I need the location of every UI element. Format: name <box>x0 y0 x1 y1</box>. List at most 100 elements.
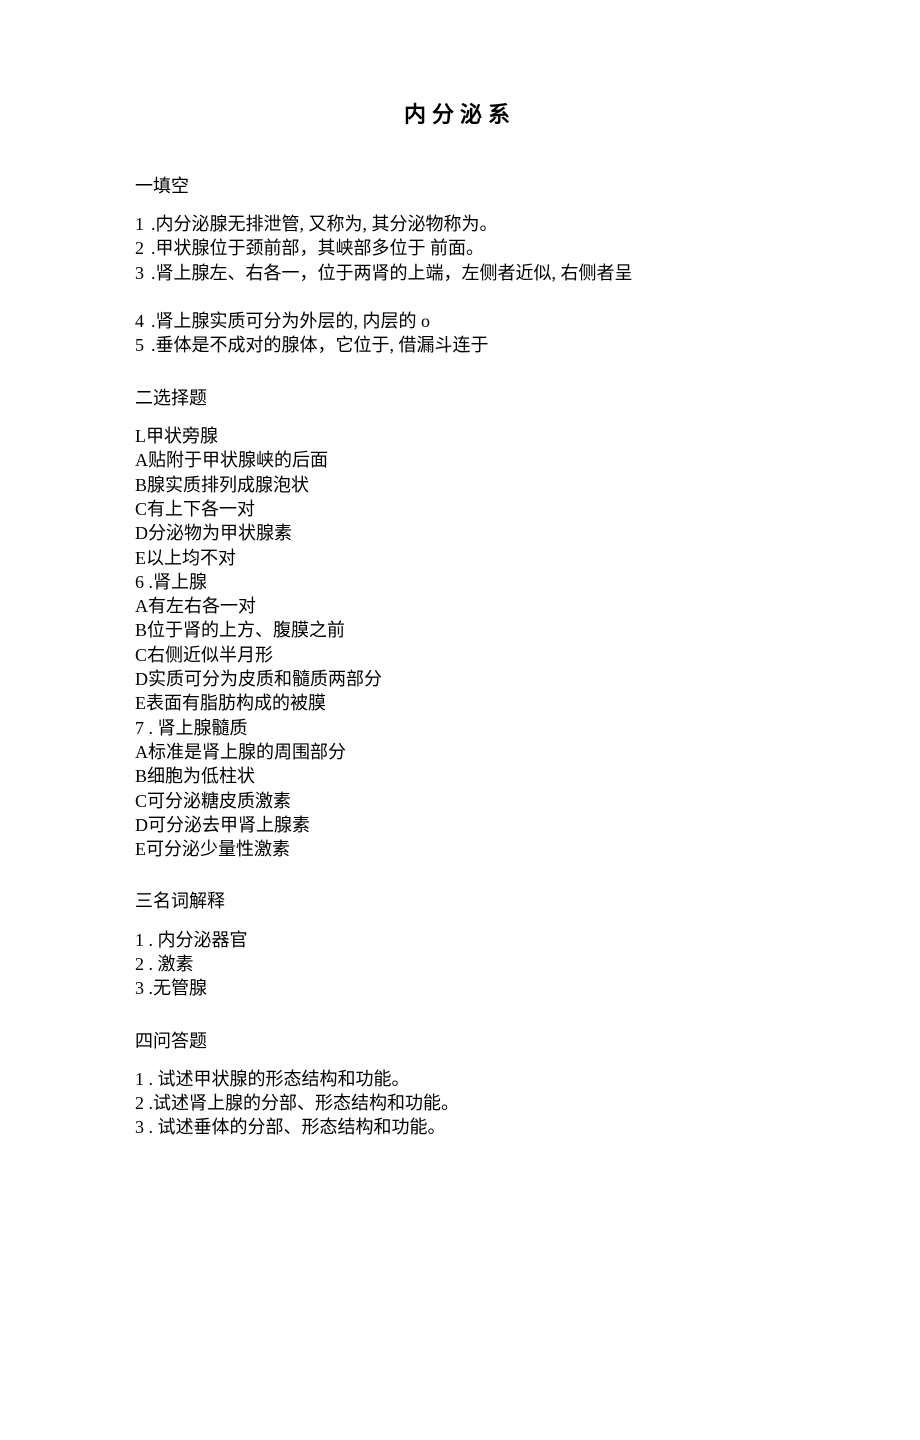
choice-option: E以上均不对 <box>135 546 785 570</box>
qa-list: 1 . 试述甲状腺的形态结构和功能。 2 .试述肾上腺的分部、形态结构和功能。 … <box>135 1067 785 1140</box>
option-text: 有左右各一对 <box>148 596 256 616</box>
terms-item: 2 . 激素 <box>135 952 785 976</box>
item-dot: . <box>144 978 153 998</box>
item-number: 2 <box>135 1093 144 1113</box>
option-text: 分泌物为甲状腺素 <box>148 523 292 543</box>
option-letter: C <box>135 791 147 811</box>
option-letter: D <box>135 523 148 543</box>
fill-list: 1 . 内分泌腺无排泄管, 又称为, 其分泌物称为。 2 .甲状腺位于颈前部，其… <box>135 212 785 358</box>
fill-item: 5 .垂体是不成对的腺体，它位于, 借漏斗连于 <box>135 333 785 357</box>
item-number: 3 <box>135 1117 144 1137</box>
option-text: 可分泌糖皮质激素 <box>147 791 291 811</box>
option-text: 腺实质排列成腺泡状 <box>147 475 309 495</box>
choice-option: B位于肾的上方、腹膜之前 <box>135 618 785 642</box>
fill-item: 1 . 内分泌腺无排泄管, 又称为, 其分泌物称为。 <box>135 212 785 236</box>
choice-option: E表面有脂肪构成的被膜 <box>135 691 785 715</box>
choice-option: E可分泌少量性激素 <box>135 837 785 861</box>
terms-item: 1 . 内分泌器官 <box>135 928 785 952</box>
item-text: 激素 <box>158 954 194 974</box>
item-number: 3 <box>135 978 144 998</box>
item-dot: . <box>144 1093 153 1113</box>
option-letter: B <box>135 475 147 495</box>
choice-option: D分泌物为甲状腺素 <box>135 521 785 545</box>
stem-text: 肾上腺 <box>153 572 207 592</box>
item-text: 甲状腺位于颈前部，其峡部多位于 前面。 <box>156 238 485 258</box>
item-text: 试述垂体的分部、形态结构和功能。 <box>158 1117 446 1137</box>
qa-item: 3 . 试述垂体的分部、形态结构和功能。 <box>135 1115 785 1139</box>
option-letter: C <box>135 499 147 519</box>
item-dot: . <box>144 1069 158 1089</box>
option-letter: E <box>135 693 146 713</box>
item-number: 1 <box>135 212 151 236</box>
option-letter: B <box>135 620 147 640</box>
stem-number: 6 . <box>135 572 153 592</box>
item-text: 垂体是不成对的腺体，它位于, 借漏斗连于 <box>156 335 489 355</box>
option-letter: A <box>135 742 148 762</box>
section-fill-heading: 一填空 <box>135 174 785 198</box>
choice-option: C右侧近似半月形 <box>135 643 785 667</box>
option-letter: D <box>135 815 148 835</box>
choice-list: L甲状旁腺 A贴附于甲状腺峡的后面 B腺实质排列成腺泡状 C有上下各一对 D分泌… <box>135 424 785 861</box>
option-text: 以上均不对 <box>146 548 236 568</box>
option-text: 标准是肾上腺的周围部分 <box>148 742 346 762</box>
option-letter: A <box>135 450 148 470</box>
option-text: 可分泌去甲肾上腺素 <box>148 815 310 835</box>
choice-option: A有左右各一对 <box>135 594 785 618</box>
item-text: 试述甲状腺的形态结构和功能。 <box>158 1069 410 1089</box>
item-number: 3 <box>135 261 151 285</box>
option-text: 位于肾的上方、腹膜之前 <box>147 620 345 640</box>
item-dot: . <box>144 1117 158 1137</box>
option-text: 贴附于甲状腺峡的后面 <box>148 450 328 470</box>
choice-option: C可分泌糖皮质激素 <box>135 789 785 813</box>
item-text: 内分泌腺无排泄管, 又称为, 其分泌物称为。 <box>156 214 498 234</box>
choice-option: B腺实质排列成腺泡状 <box>135 473 785 497</box>
fill-item: 3 . 肾上腺左、右各一，位于两肾的上端，左侧者近似, 右侧者呈 <box>135 261 785 285</box>
option-text: 可分泌少量性激素 <box>146 839 290 859</box>
choice-option: A贴附于甲状腺峡的后面 <box>135 448 785 472</box>
choice-option: C有上下各一对 <box>135 497 785 521</box>
document-page: 内分泌系 一填空 1 . 内分泌腺无排泄管, 又称为, 其分泌物称为。 2 .甲… <box>0 0 920 1440</box>
fill-item: 2 .甲状腺位于颈前部，其峡部多位于 前面。 <box>135 236 785 260</box>
option-text: 实质可分为皮质和髓质两部分 <box>148 669 382 689</box>
terms-item: 3 .无管腺 <box>135 976 785 1000</box>
section-terms-heading: 三名词解释 <box>135 889 785 913</box>
item-number: 5 <box>135 333 151 357</box>
item-text: 肾上腺实质可分为外层的, 内层的 o <box>156 311 431 331</box>
option-text: 表面有脂肪构成的被膜 <box>146 693 326 713</box>
item-number: 2 <box>135 954 144 974</box>
option-text: 有上下各一对 <box>147 499 255 519</box>
item-dot: . <box>144 930 158 950</box>
section-choice-heading: 二选择题 <box>135 386 785 410</box>
item-dot: . <box>144 954 158 974</box>
choice-question: 6 .肾上腺 A有左右各一对 B位于肾的上方、腹膜之前 C右侧近似半月形 D实质… <box>135 570 785 716</box>
choice-stem: 7 . 肾上腺髓质 <box>135 716 785 740</box>
option-text: 细胞为低柱状 <box>147 766 255 786</box>
option-text: 右侧近似半月形 <box>147 645 273 665</box>
choice-option: D可分泌去甲肾上腺素 <box>135 813 785 837</box>
option-letter: E <box>135 839 146 859</box>
choice-option: D实质可分为皮质和髓质两部分 <box>135 667 785 691</box>
item-text: 无管腺 <box>153 978 207 998</box>
item-text: 试述肾上腺的分部、形态结构和功能。 <box>153 1093 459 1113</box>
item-number: 1 <box>135 1069 144 1089</box>
choice-question: L甲状旁腺 A贴附于甲状腺峡的后面 B腺实质排列成腺泡状 C有上下各一对 D分泌… <box>135 424 785 570</box>
qa-item: 2 .试述肾上腺的分部、形态结构和功能。 <box>135 1091 785 1115</box>
option-letter: A <box>135 596 148 616</box>
choice-option: B细胞为低柱状 <box>135 764 785 788</box>
item-number: 4 <box>135 309 151 333</box>
option-letter: C <box>135 645 147 665</box>
qa-item: 1 . 试述甲状腺的形态结构和功能。 <box>135 1067 785 1091</box>
item-number: 1 <box>135 930 144 950</box>
option-letter: B <box>135 766 147 786</box>
fill-item-blank <box>135 285 785 309</box>
choice-stem: L甲状旁腺 <box>135 424 785 448</box>
item-text: 内分泌器官 <box>158 930 248 950</box>
option-letter: E <box>135 548 146 568</box>
item-number: 2 <box>135 236 151 260</box>
section-qa-heading: 四问答题 <box>135 1029 785 1053</box>
option-letter: D <box>135 669 148 689</box>
item-text: 肾上腺左、右各一，位于两肾的上端，左侧者近似, 右侧者呈 <box>156 263 633 283</box>
choice-stem: 6 .肾上腺 <box>135 570 785 594</box>
stem-text: 肾上腺髓质 <box>158 718 248 738</box>
choice-option: A标准是肾上腺的周围部分 <box>135 740 785 764</box>
